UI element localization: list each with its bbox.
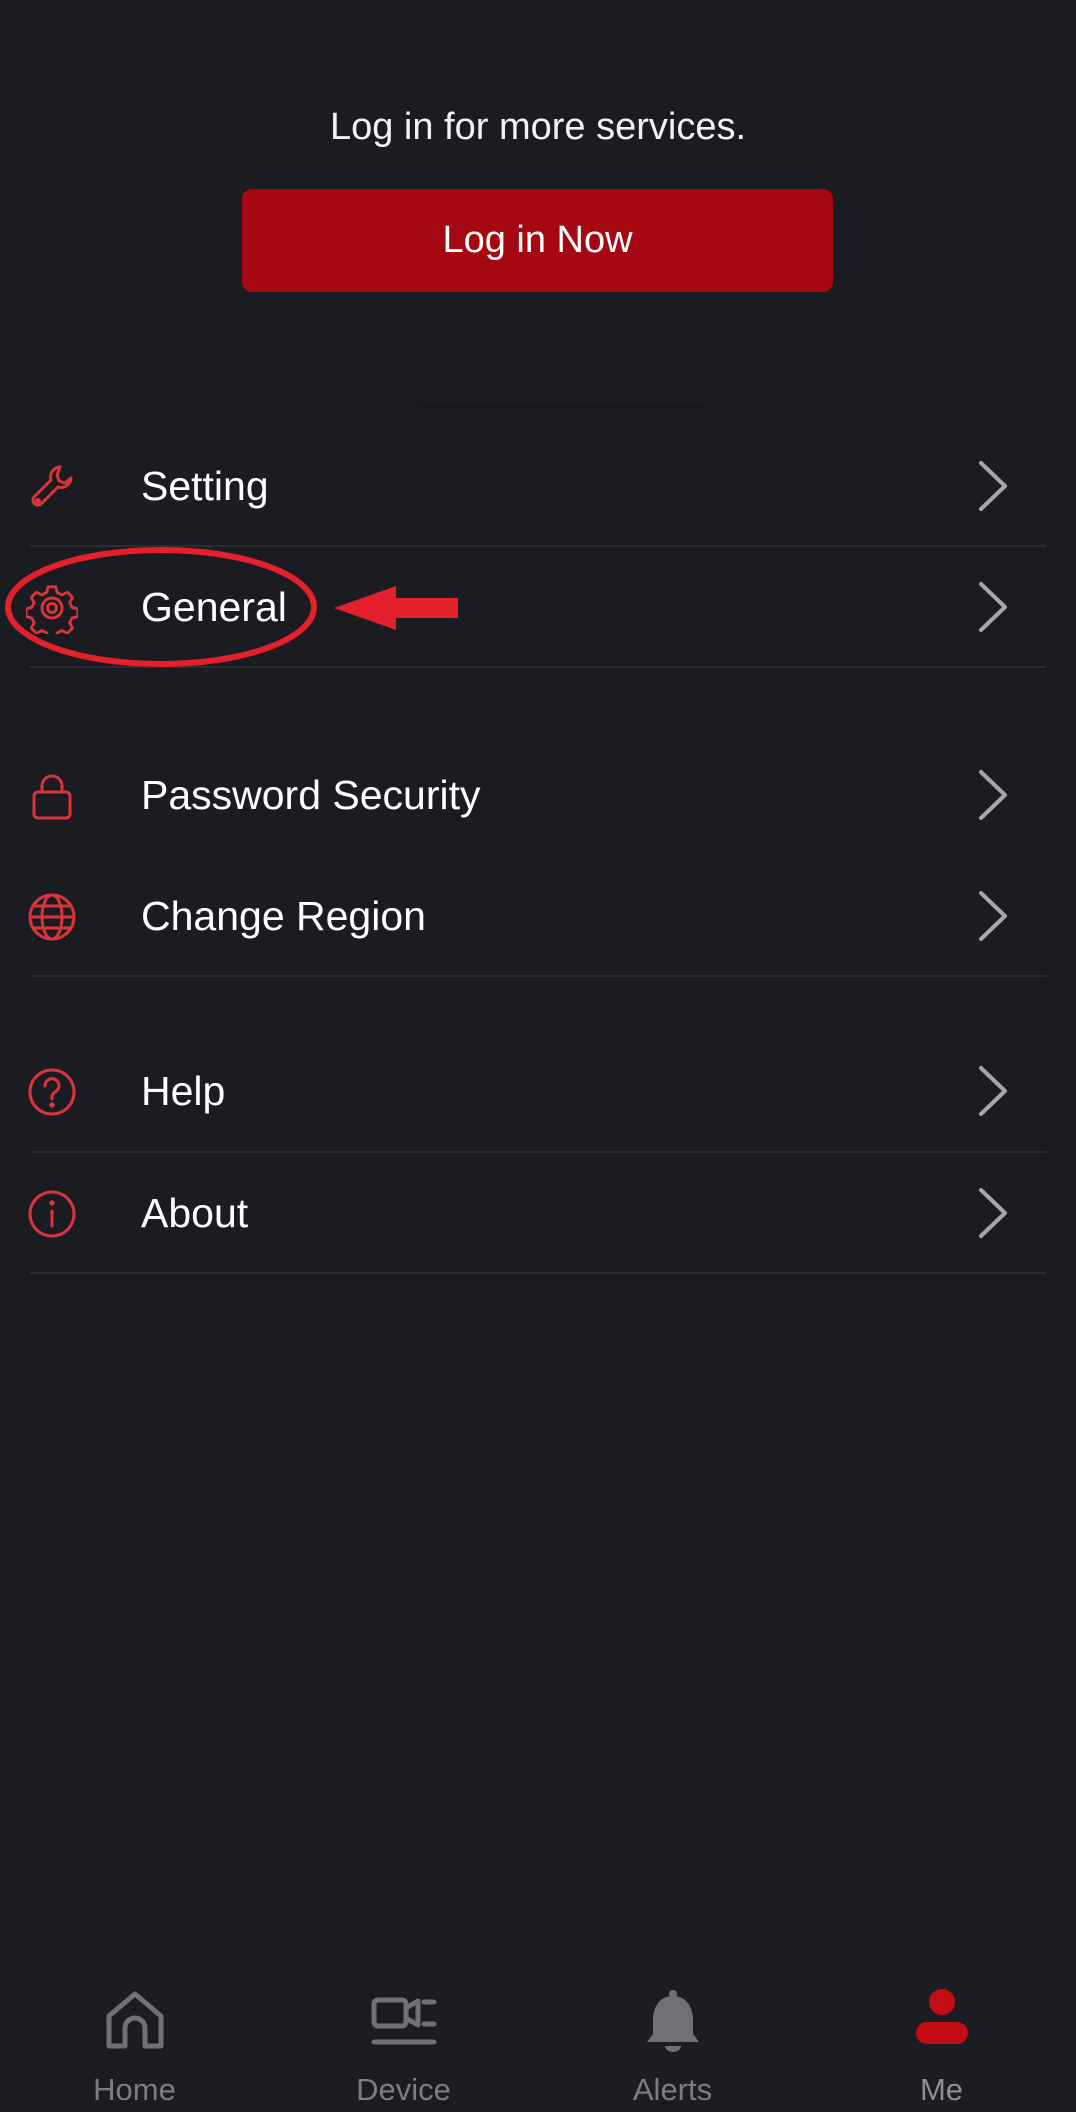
globe-icon bbox=[28, 893, 76, 941]
chevron-right-icon bbox=[979, 461, 1007, 511]
menu-item-label: Change Region bbox=[141, 893, 426, 939]
bottom-tab-bar: Home Device Alerts Me bbox=[0, 1958, 1076, 2112]
chevron-right-icon bbox=[979, 891, 1007, 941]
tab-label: Device bbox=[356, 2072, 451, 2107]
pointer-arrow-icon bbox=[334, 586, 458, 630]
menu-item-label: Setting bbox=[141, 463, 269, 509]
menu-item-about[interactable]: About bbox=[0, 1153, 1076, 1273]
person-icon bbox=[915, 1989, 968, 2044]
section-divider bbox=[418, 405, 708, 407]
tab-label: Me bbox=[919, 2072, 964, 2107]
tab-alerts[interactable]: Alerts bbox=[538, 1958, 807, 2112]
tab-me[interactable]: Me bbox=[807, 1958, 1076, 2112]
row-divider bbox=[30, 975, 1046, 977]
chevron-right-icon bbox=[979, 582, 1007, 632]
menu-item-label: About bbox=[141, 1190, 249, 1236]
highlight-ellipse bbox=[5, 547, 317, 667]
lock-icon bbox=[32, 774, 72, 820]
menu-item-setting[interactable]: Setting bbox=[0, 426, 1076, 546]
menu-item-change-region[interactable]: Change Region bbox=[0, 856, 1076, 976]
chevron-right-icon bbox=[979, 1066, 1007, 1116]
info-circle-icon bbox=[28, 1190, 76, 1238]
menu-item-label: Help bbox=[141, 1068, 226, 1114]
tab-home[interactable]: Home bbox=[0, 1958, 269, 2112]
menu-item-help[interactable]: Help bbox=[0, 1031, 1076, 1151]
login-now-button[interactable]: Log in Now bbox=[242, 189, 833, 292]
tab-device[interactable]: Device bbox=[269, 1958, 538, 2112]
home-icon bbox=[106, 1991, 163, 2049]
bell-icon bbox=[646, 1990, 699, 2052]
tab-label: Alerts bbox=[632, 2072, 713, 2107]
row-divider bbox=[30, 1272, 1046, 1274]
video-camera-icon bbox=[371, 1997, 436, 2045]
tab-label: Home bbox=[93, 2072, 176, 2107]
question-circle-icon bbox=[28, 1068, 76, 1116]
chevron-right-icon bbox=[979, 1188, 1007, 1238]
chevron-right-icon bbox=[979, 770, 1007, 820]
menu-item-label: Password Security bbox=[141, 772, 481, 818]
wrench-icon bbox=[31, 465, 73, 507]
login-prompt: Log in for more services. bbox=[329, 106, 747, 148]
menu-item-password-security[interactable]: Password Security bbox=[0, 735, 1076, 855]
